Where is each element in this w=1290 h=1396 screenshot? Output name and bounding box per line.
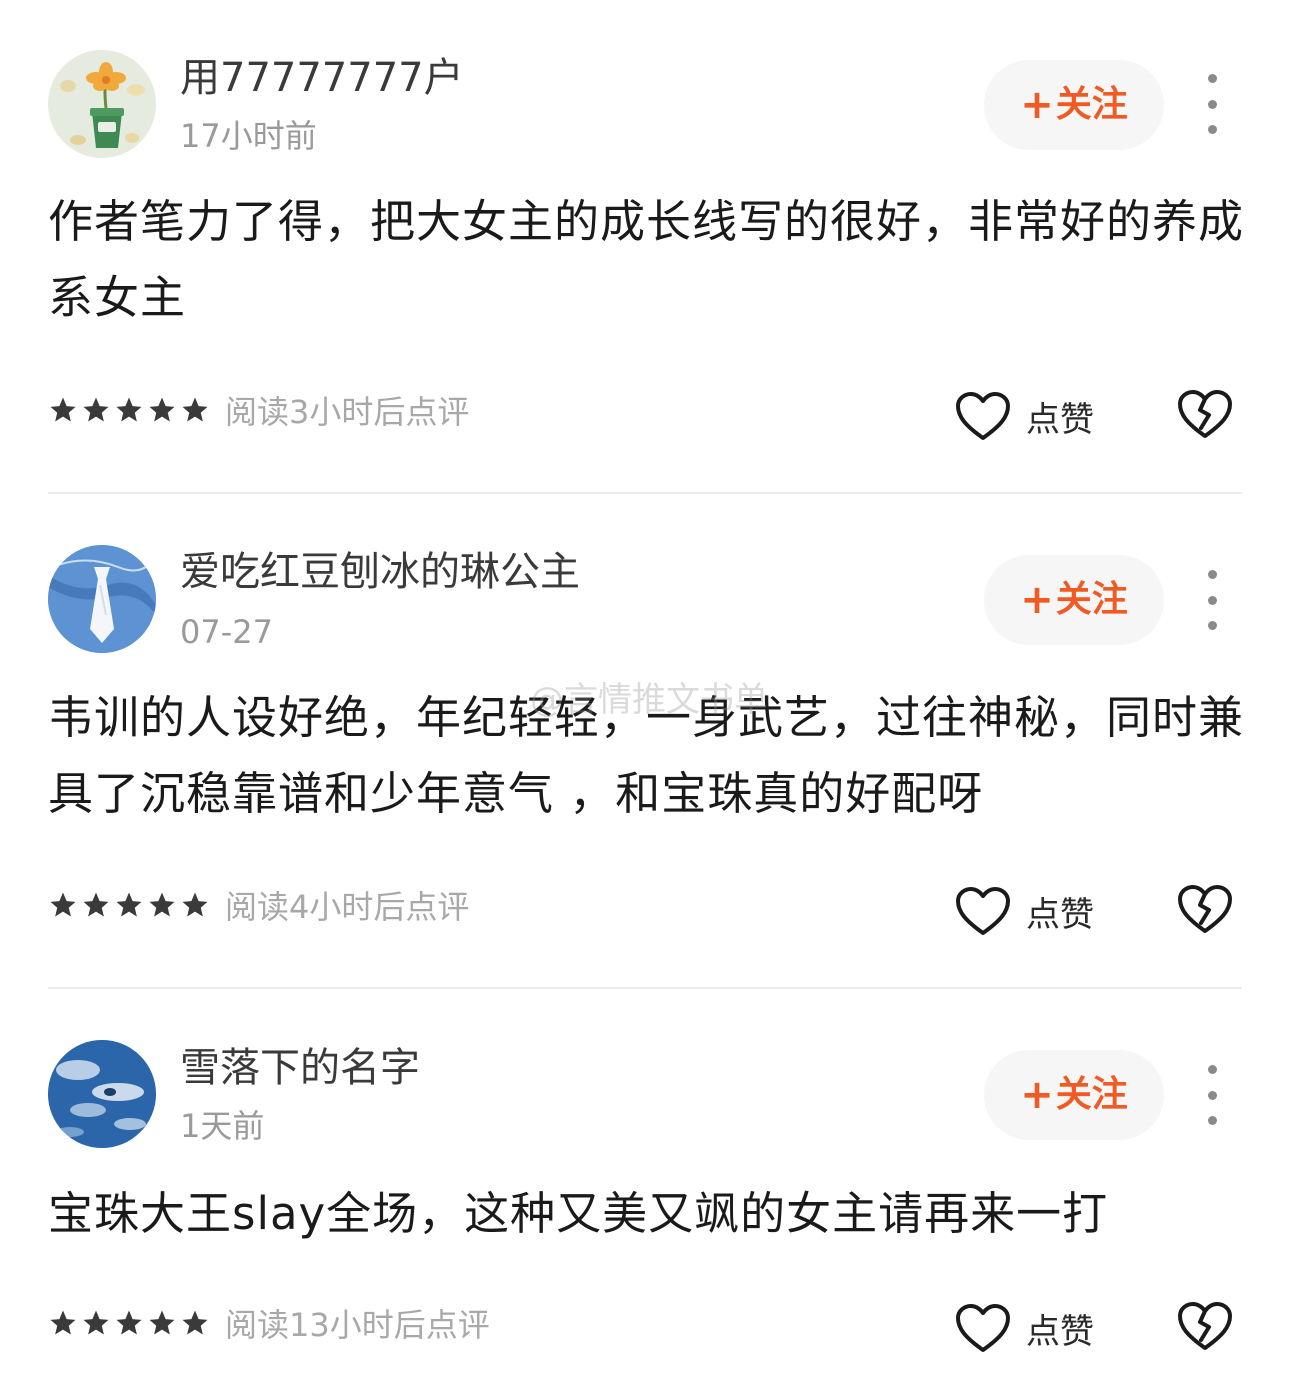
star-icon [50, 892, 76, 917]
flower-pot-avatar-icon [48, 50, 156, 158]
read-time-note: 阅读3小时后点评 [225, 393, 470, 431]
broken-heart-icon [1178, 1302, 1232, 1350]
more-options-button[interactable] [1194, 74, 1230, 134]
review-text: 宝珠大王slay全场，这种又美又飒的女主请再来一打 [48, 1187, 1109, 1240]
ocean-avatar-icon [48, 1040, 156, 1148]
follow-label: 关注 [1055, 579, 1128, 620]
star-icon [50, 1310, 76, 1335]
star-icon [149, 397, 175, 422]
star-icon [83, 892, 109, 917]
star-rating [48, 890, 213, 920]
divider [48, 987, 1242, 989]
plus-icon: + [1020, 82, 1054, 128]
username[interactable]: 用77777777户 [180, 54, 464, 102]
like-label: 点赞 [1026, 399, 1094, 440]
more-options-button[interactable] [1194, 570, 1230, 630]
username[interactable]: 雪落下的名字 [180, 1044, 420, 1092]
dot-icon [1207, 125, 1217, 134]
username[interactable]: 爱吃红豆刨冰的琳公主 [180, 548, 580, 596]
avatar[interactable] [48, 545, 156, 653]
dot-icon [1207, 99, 1217, 109]
more-options-button[interactable] [1194, 1065, 1230, 1125]
like-button[interactable]: 点赞 [954, 388, 1094, 444]
dislike-button[interactable] [1176, 388, 1234, 444]
dot-icon [1207, 1065, 1217, 1074]
star-icon [149, 892, 175, 917]
dot-icon [1207, 74, 1217, 83]
star-icon [182, 1310, 208, 1335]
rating-row: 阅读3小时后点评 [48, 390, 470, 431]
like-label: 点赞 [1026, 1311, 1094, 1352]
avatar[interactable] [48, 1040, 156, 1148]
like-button[interactable]: 点赞 [954, 883, 1094, 939]
star-icon [83, 1310, 109, 1335]
heart-icon [956, 1304, 1010, 1352]
dot-icon [1207, 570, 1217, 579]
follow-button[interactable]: + 关注 [984, 555, 1164, 645]
timestamp: 1天前 [180, 1107, 265, 1145]
star-icon [116, 892, 142, 917]
read-time-note: 阅读4小时后点评 [225, 888, 470, 926]
follow-button[interactable]: + 关注 [984, 1050, 1164, 1140]
review-text: 作者笔力了得，把大女主的成长线写的很好，非常好的养成系女主 [48, 195, 1245, 324]
follow-label: 关注 [1055, 1074, 1128, 1115]
tie-avatar-icon [48, 545, 156, 653]
star-icon [182, 397, 208, 422]
like-button[interactable]: 点赞 [954, 1300, 1094, 1356]
dislike-button[interactable] [1176, 883, 1234, 939]
follow-label: 关注 [1055, 84, 1128, 125]
dot-icon [1207, 595, 1217, 605]
like-label: 点赞 [1026, 894, 1094, 935]
star-icon [116, 397, 142, 422]
dislike-button[interactable] [1176, 1300, 1234, 1356]
star-icon [182, 892, 208, 917]
heart-icon [956, 392, 1010, 440]
plus-icon: + [1020, 577, 1054, 623]
star-rating [48, 395, 213, 425]
star-rating [48, 1308, 213, 1338]
divider [48, 492, 1242, 494]
read-time-note: 阅读13小时后点评 [225, 1306, 490, 1344]
dot-icon [1207, 621, 1217, 630]
broken-heart-icon [1178, 390, 1232, 438]
rating-row: 阅读4小时后点评 [48, 885, 470, 926]
star-icon [83, 397, 109, 422]
heart-icon [956, 887, 1010, 935]
star-icon [116, 1310, 142, 1335]
broken-heart-icon [1178, 885, 1232, 933]
plus-icon: + [1020, 1072, 1054, 1118]
timestamp: 07-27 [180, 613, 273, 651]
rating-row: 阅读13小时后点评 [48, 1303, 490, 1344]
star-icon [149, 1310, 175, 1335]
follow-button[interactable]: + 关注 [984, 60, 1164, 150]
timestamp: 17小时前 [180, 117, 317, 155]
dot-icon [1207, 1090, 1217, 1100]
dot-icon [1207, 1116, 1217, 1125]
star-icon [50, 397, 76, 422]
review-text: 韦训的人设好绝，年纪轻轻，一身武艺，过往神秘，同时兼具了沉稳靠谱和少年意气 ，和… [48, 691, 1245, 820]
avatar[interactable] [48, 50, 156, 158]
